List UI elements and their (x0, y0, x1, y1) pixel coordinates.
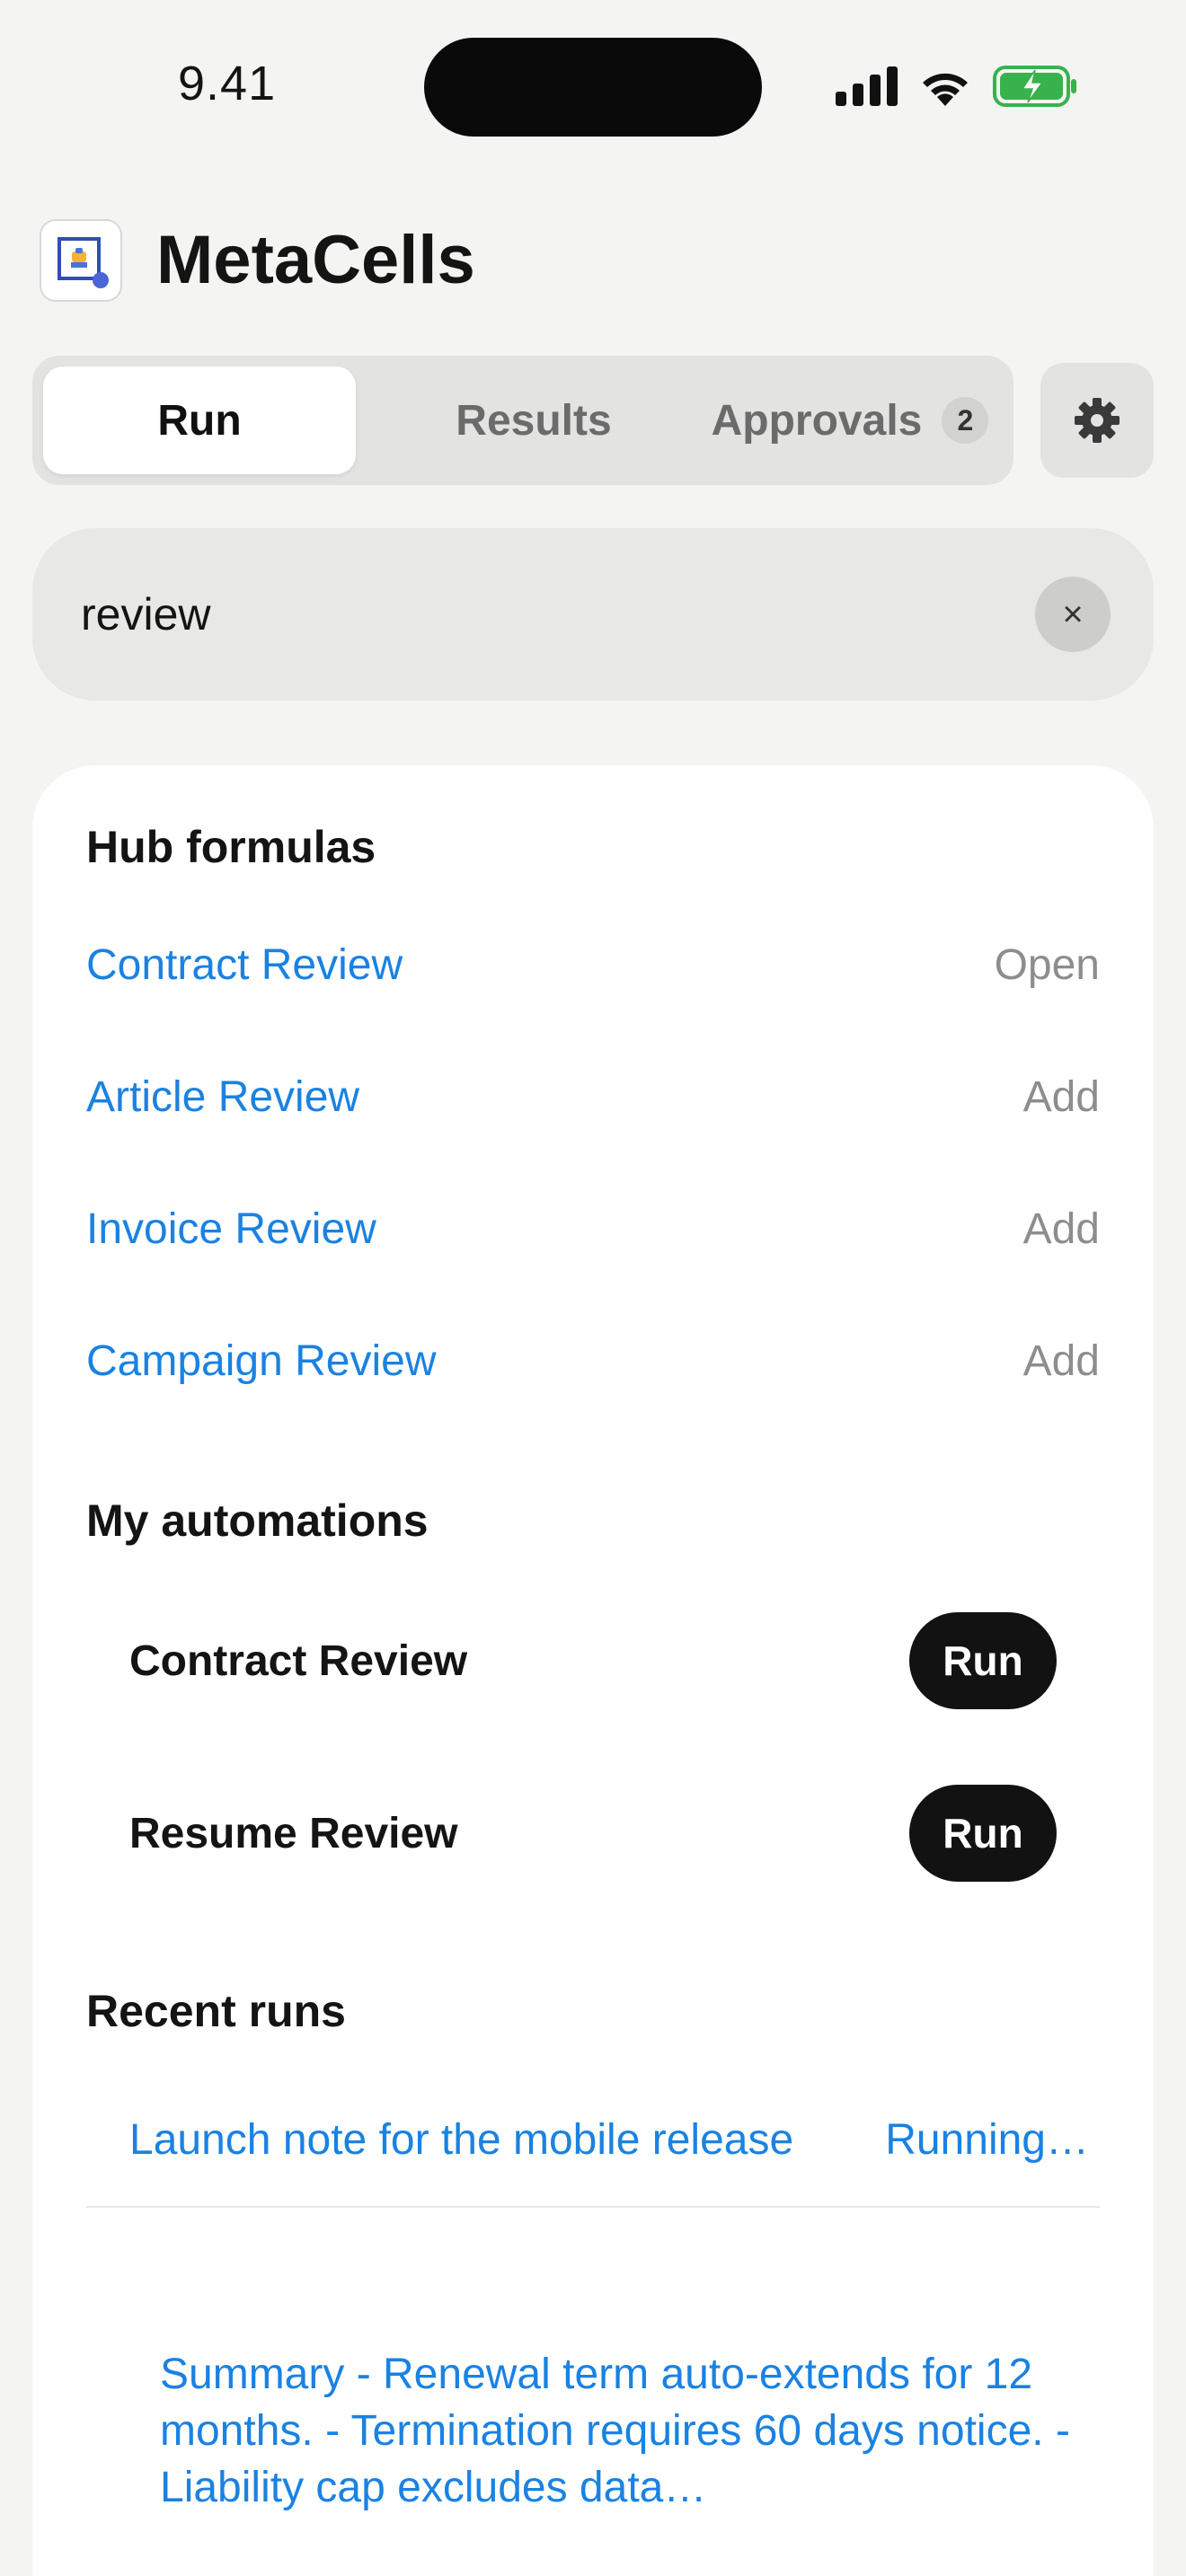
clear-search-button[interactable]: × (1035, 577, 1111, 652)
gear-icon (1075, 398, 1120, 443)
status-time: 9.41 (178, 57, 277, 110)
tab-bar: Run Results Approvals 2 (32, 356, 1013, 485)
hub-formula-link[interactable]: Article Review (86, 1072, 359, 1122)
hub-formula-action[interactable]: Add (1023, 1072, 1100, 1122)
cellular-signal-icon (836, 66, 898, 106)
battery-charging-icon (993, 66, 1076, 107)
run-summary-preview[interactable]: Summary - Renewal term auto-extends for … (160, 2346, 1076, 2516)
automation-row: Resume Review Run (129, 1784, 1057, 1883)
automation-name: Contract Review (129, 1636, 468, 1685)
hub-formulas-heading: Hub formulas (86, 822, 376, 872)
run-automation-button[interactable]: Run (909, 1785, 1057, 1882)
search-input[interactable] (81, 580, 979, 648)
recent-runs-heading: Recent runs (86, 1986, 346, 2036)
tab-approvals-label: Approvals (711, 396, 923, 445)
tab-approvals[interactable]: Approvals 2 (697, 366, 1003, 474)
hub-formula-link[interactable]: Invoice Review (86, 1204, 376, 1254)
hub-formula-link[interactable]: Campaign Review (86, 1337, 437, 1386)
hub-formula-action[interactable]: Add (1023, 1337, 1100, 1386)
automation-row: Contract Review Run (129, 1611, 1057, 1710)
search-bar: × (32, 528, 1154, 701)
automation-name: Resume Review (129, 1809, 458, 1857)
tab-run[interactable]: Run (43, 366, 356, 474)
recent-run-title: Launch note for the mobile release (129, 2115, 794, 2164)
dynamic-island (424, 38, 762, 137)
status-icons (836, 65, 1078, 108)
run-automation-button[interactable]: Run (909, 1612, 1057, 1709)
tab-results[interactable]: Results (385, 366, 683, 474)
hub-formula-row: Invoice Review Add (86, 1193, 1100, 1265)
hub-formula-link[interactable]: Contract Review (86, 940, 403, 990)
results-card: Hub formulas Contract Review Open Articl… (32, 765, 1154, 2576)
approvals-count-badge: 2 (942, 397, 989, 444)
app-title: MetaCells (156, 222, 475, 298)
hub-formula-row: Contract Review Open (86, 929, 1100, 1001)
hub-formula-action[interactable]: Add (1023, 1204, 1100, 1254)
recent-run-row[interactable]: Launch note for the mobile release Runni… (129, 2104, 1089, 2175)
wifi-icon (923, 73, 968, 106)
settings-button[interactable] (1040, 363, 1154, 478)
app-logo-icon (40, 219, 122, 302)
recent-run-status: Running… (885, 2115, 1089, 2164)
close-icon: × (1062, 594, 1084, 634)
hub-formula-action[interactable]: Open (995, 940, 1100, 990)
hub-formula-row: Campaign Review Add (86, 1325, 1100, 1397)
hub-formula-row: Article Review Add (86, 1061, 1100, 1133)
tab-results-label: Results (456, 396, 612, 445)
divider (86, 2206, 1100, 2208)
tab-run-label: Run (157, 396, 242, 445)
my-automations-heading: My automations (86, 1495, 429, 1546)
app-screen: 9.41 MetaCells Run Results Approvals 2 r… (0, 0, 1186, 2576)
